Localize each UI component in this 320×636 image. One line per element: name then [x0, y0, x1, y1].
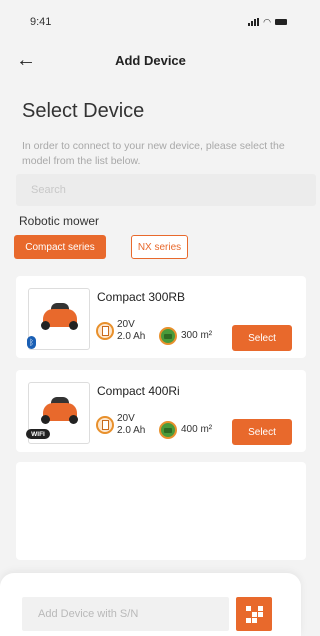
- category-label: Robotic mower: [19, 214, 100, 228]
- device-voltage-capacity: 20V 2.0 Ah: [117, 319, 145, 343]
- search-input[interactable]: Search: [16, 174, 316, 206]
- section-title: Select Device: [22, 100, 145, 122]
- device-card[interactable]: WIFI Compact 400Ri 20V 2.0 Ah 400 m² Sel…: [16, 370, 306, 452]
- wifi-badge-icon: WIFI: [26, 429, 50, 439]
- device-capacity: 2.0 Ah: [117, 425, 146, 436]
- mower-wheel: [41, 415, 50, 424]
- signal-icon: [248, 18, 260, 26]
- wifi-icon: ◠: [263, 16, 271, 27]
- back-button[interactable]: ←: [14, 48, 38, 72]
- page-title: Add Device: [115, 52, 186, 68]
- arrow-left-icon: ←: [16, 48, 36, 71]
- battery-spec-icon: [96, 416, 114, 434]
- mower-wheel: [69, 415, 78, 424]
- bottom-sheet: Add Device with S/N: [0, 573, 301, 636]
- device-voltage: 20V: [117, 413, 135, 424]
- bluetooth-icon: ᛒ: [27, 336, 36, 349]
- device-card[interactable]: ᛒ Compact 300RB 20V 2.0 Ah 300 m² Select: [16, 276, 306, 358]
- device-voltage-capacity: 20V 2.0 Ah: [117, 413, 145, 437]
- chip-nx-series[interactable]: NX series: [131, 235, 188, 259]
- empty-device-card: [16, 462, 306, 560]
- nav-bar: ← Add Device: [0, 44, 301, 76]
- device-image: WIFI: [26, 382, 90, 444]
- device-image: ᛒ: [27, 288, 90, 350]
- serial-number-placeholder: Add Device with S/N: [38, 608, 139, 620]
- status-time: 9:41: [30, 16, 52, 28]
- status-icons: ◠: [248, 17, 287, 28]
- instructions-text: In order to connect to your new device, …: [22, 140, 285, 167]
- device-name: Compact 400Ri: [97, 384, 180, 398]
- serial-number-input[interactable]: Add Device with S/N: [22, 597, 229, 631]
- chip-compact-series[interactable]: Compact series: [14, 235, 106, 259]
- lawn-area-icon: [159, 327, 177, 345]
- mower-wheel: [41, 321, 50, 330]
- device-area: 300 m²: [181, 330, 213, 341]
- device-name: Compact 300RB: [97, 290, 186, 304]
- select-button[interactable]: Select: [232, 419, 292, 445]
- scan-qr-button[interactable]: [236, 597, 272, 631]
- select-button[interactable]: Select: [232, 325, 292, 351]
- mower-wheel: [69, 321, 78, 330]
- battery-icon: [275, 19, 287, 25]
- device-capacity: 2.0 Ah: [117, 331, 146, 342]
- device-voltage: 20V: [117, 319, 135, 330]
- device-area: 400 m²: [181, 424, 213, 435]
- search-placeholder: Search: [31, 184, 66, 196]
- qr-code-icon: [245, 605, 263, 623]
- lawn-area-icon: [159, 421, 177, 439]
- status-bar: 9:41 ◠: [0, 0, 301, 44]
- battery-spec-icon: [96, 322, 114, 340]
